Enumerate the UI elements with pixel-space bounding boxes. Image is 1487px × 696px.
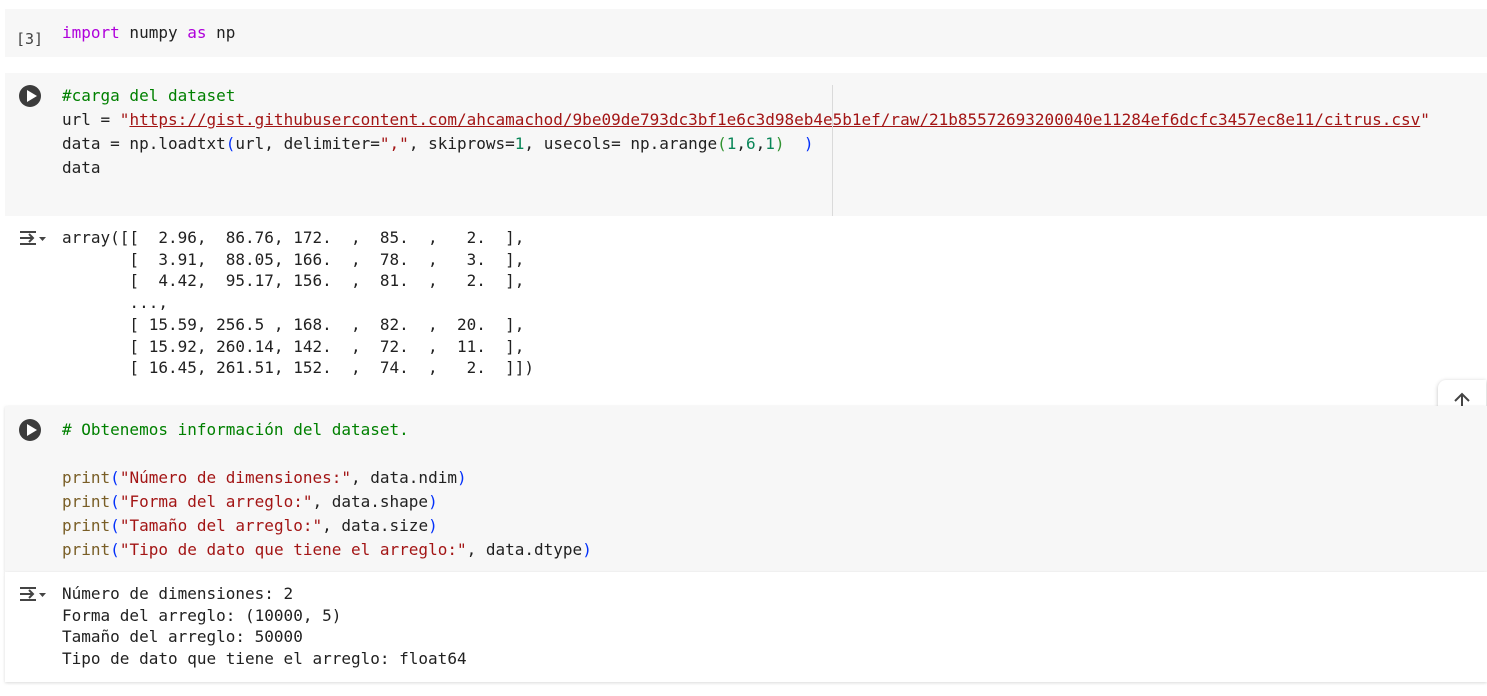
output-line: [ 15.92, 260.14, 142. , 72. , 11. ],: [62, 336, 525, 356]
builtin-print: print: [62, 468, 111, 487]
paren: ): [428, 492, 438, 511]
code-cell-import[interactable]: [3] import numpy as np: [5, 9, 1487, 57]
code-text: , data.shape: [312, 492, 429, 511]
output-line: array([[ 2.96, 86.76, 172. , 85. , 2. ],: [62, 228, 525, 247]
output-line: [ 4.42, 95.17, 156. , 81. , 2. ],: [62, 271, 525, 291]
paren: ): [428, 516, 438, 535]
code-comment: #carga del dataset: [62, 86, 236, 105]
output-line: Tipo de dato que tiene el arreglo: float…: [62, 649, 467, 669]
output-toggle-icon[interactable]: [19, 584, 47, 604]
keyword-import: import: [62, 23, 120, 42]
paren: (: [225, 134, 236, 153]
code-text: url, delimiter=: [235, 134, 380, 153]
module-name: numpy: [119, 23, 188, 42]
paren: (: [110, 492, 120, 511]
output-area-array: array([[ 2.96, 86.76, 172. , 85. , 2. ],…: [5, 216, 1487, 386]
output-line: ...,: [62, 293, 168, 313]
code-cell-load-dataset[interactable]: #carga del dataset url = "https://gist.g…: [5, 73, 1487, 216]
number-literal: 1: [765, 134, 775, 153]
keyword-as: as: [187, 23, 207, 42]
string-quote: ": [1420, 110, 1430, 129]
code-text: ,: [736, 134, 746, 153]
code-text: , skiprows=: [408, 134, 515, 153]
code-text: url =: [62, 110, 120, 129]
code-text: , data.dtype: [466, 540, 583, 559]
output-line: [ 3.91, 88.05, 166. , 78. , 3. ],: [62, 249, 525, 269]
output-text: Número de dimensiones: 2 Forma del arregl…: [62, 583, 467, 670]
code-text: ,: [755, 134, 766, 153]
paren: (: [110, 468, 120, 487]
number-literal: 1: [514, 134, 525, 153]
url-link[interactable]: https://gist.githubusercontent.com/ahcam…: [129, 110, 1420, 129]
output-line: Tamaño del arreglo: 50000: [62, 627, 303, 647]
code-cell-info[interactable]: # Obtenemos información del dataset. pri…: [5, 406, 1487, 572]
number-literal: 6: [746, 134, 756, 153]
builtin-print: print: [62, 540, 111, 559]
code-text: , data.ndim: [351, 468, 457, 487]
string-literal: "Forma del arreglo:": [119, 492, 313, 511]
execution-count: [3]: [16, 30, 44, 48]
paren: ): [803, 134, 814, 153]
paren: (: [110, 540, 120, 559]
output-line: [ 15.59, 256.5 , 168. , 82. , 20. ],: [62, 314, 525, 334]
code-editor[interactable]: # Obtenemos información del dataset. pri…: [62, 418, 592, 562]
output-text: array([[ 2.96, 86.76, 172. , 85. , 2. ],…: [62, 227, 534, 379]
code-comment: # Obtenemos información del dataset.: [62, 420, 409, 439]
string-literal: "Tipo de dato que tiene el arreglo:": [119, 540, 467, 559]
number-literal: 1: [726, 134, 737, 153]
paren: ): [456, 468, 467, 487]
run-cell-icon[interactable]: [19, 85, 41, 107]
code-text: data = np.loadtxt: [62, 134, 226, 153]
editor-ruler: [832, 85, 833, 216]
output-line: Forma del arreglo: (10000, 5): [62, 605, 342, 625]
string-literal: ",": [379, 134, 409, 153]
code-text: data: [62, 158, 101, 177]
code-text: , usecols= np.arange: [524, 134, 718, 153]
string-literal: "Número de dimensiones:": [119, 468, 351, 487]
paren: (: [110, 516, 120, 535]
paren: (: [717, 134, 727, 153]
builtin-print: print: [62, 492, 111, 511]
output-line: [ 16.45, 261.51, 152. , 74. , 2. ]]): [62, 358, 535, 378]
module-alias: np: [206, 23, 236, 42]
output-line: Número de dimensiones: 2: [62, 584, 294, 603]
builtin-print: print: [62, 516, 111, 535]
output-area-info: Número de dimensiones: 2 Forma del arregl…: [5, 572, 1487, 682]
run-cell-icon[interactable]: [19, 419, 41, 441]
paren: ): [582, 540, 592, 559]
string-literal: "Tamaño del arreglo:": [119, 516, 323, 535]
code-text: , data.size: [322, 516, 429, 535]
code-editor[interactable]: #carga del dataset url = "https://gist.g…: [62, 84, 1430, 180]
code-editor[interactable]: import numpy as np: [62, 21, 235, 45]
string-quote: ": [119, 110, 130, 129]
paren: ): [774, 134, 785, 153]
output-toggle-icon[interactable]: [19, 228, 47, 248]
